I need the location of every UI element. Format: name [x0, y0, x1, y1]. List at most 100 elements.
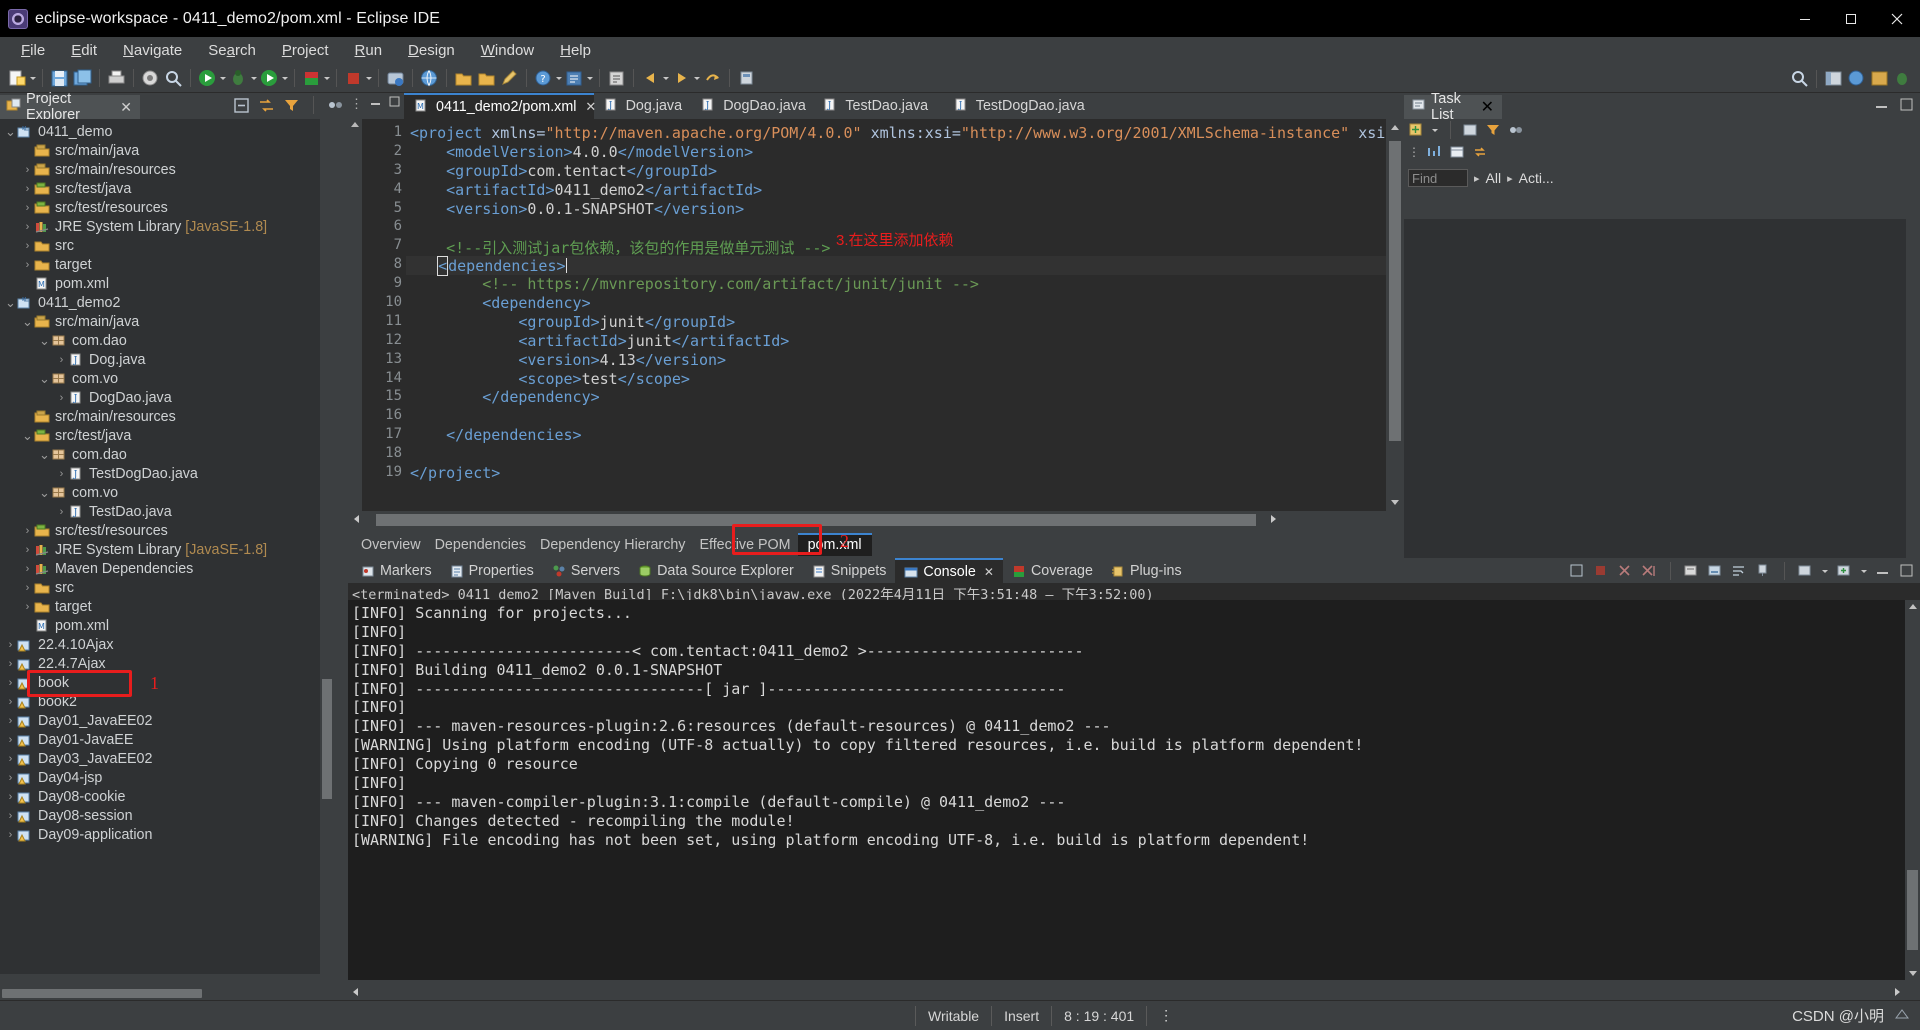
bottom-tab-properties[interactable]: Properties [441, 558, 543, 583]
scrollbar-thumb[interactable] [376, 514, 1256, 526]
code-line[interactable]: <dependency> [406, 294, 1386, 313]
print-icon[interactable] [106, 68, 127, 89]
run-external-arrow[interactable] [281, 68, 289, 88]
chevron-right-icon[interactable]: › [21, 601, 34, 613]
task-schedule-icon[interactable] [1449, 144, 1466, 161]
bottom-tab-snippets[interactable]: Snippets [803, 558, 896, 583]
tree-item[interactable]: ⌄ com.dao [0, 445, 334, 464]
annotation-icon[interactable] [606, 68, 627, 89]
code-line[interactable]: <scope>test</scope> [406, 370, 1386, 389]
console-vscrollbar[interactable] [1905, 600, 1920, 980]
code-line[interactable]: <version>0.0.1-SNAPSHOT</version> [406, 200, 1386, 219]
editor-maximize-icon[interactable] [388, 95, 401, 113]
new-console-icon[interactable] [1836, 563, 1853, 580]
perspective-java-ee-icon[interactable] [1823, 68, 1844, 89]
code-line[interactable]: <dependencies> [406, 256, 1386, 277]
tree-item[interactable]: › JRE System Library [JavaSE-1.8] [0, 540, 334, 559]
code-editor[interactable]: 1 2 3 4 5 6 7 8 9 10 11 12 13 14 15 16 17 18 19 3.在这里添加依赖 … [348, 119, 1404, 511]
pom-tab-effective-pom[interactable]: Effective POM [692, 534, 797, 556]
tree-item[interactable]: ⌄ src/test/java [0, 426, 334, 445]
editor-vscrollbar[interactable] [1386, 119, 1404, 511]
tree-item[interactable]: › 22.4.7Ajax [0, 654, 334, 673]
task-list-minimize-icon[interactable] [1874, 97, 1891, 114]
chevron-right-icon[interactable]: › [4, 658, 17, 670]
scroll-up-arrow[interactable] [1909, 604, 1917, 609]
tree-item[interactable]: › Day09-application [0, 825, 334, 844]
minimize-button[interactable] [1782, 0, 1828, 37]
tree-item[interactable]: ⌄ com.vo [0, 483, 334, 502]
task-list-menu-dots-icon[interactable]: ⋮ [1408, 145, 1420, 159]
last-edit-icon[interactable] [702, 68, 723, 89]
code-line[interactable]: </dependency> [406, 388, 1386, 407]
tree-item[interactable]: › src [0, 578, 334, 597]
code-line[interactable]: <artifactId>0411_demo2</artifactId> [406, 181, 1386, 200]
chevron-right-icon[interactable]: › [21, 164, 34, 176]
menu-help[interactable]: Help [547, 39, 604, 62]
code-line[interactable]: </dependencies> [406, 426, 1386, 445]
pin-console-icon[interactable] [1755, 563, 1772, 580]
code-line[interactable]: <groupId>junit</groupId> [406, 313, 1386, 332]
task-list-maximize-icon[interactable] [1899, 97, 1916, 114]
tree-item[interactable]: › JRE System Library [JavaSE-1.8] [0, 217, 334, 236]
save-icon[interactable] [49, 68, 70, 89]
forward-arrow[interactable] [693, 68, 701, 88]
console-hscrollbar[interactable] [348, 984, 1905, 1000]
close-icon[interactable]: ✕ [984, 565, 994, 579]
debug-icon[interactable] [228, 68, 249, 89]
console-output[interactable]: [INFO] Scanning for projects... [INFO] [I… [348, 600, 1920, 980]
find-input[interactable]: Find [1408, 169, 1468, 187]
find-scope-all[interactable]: All [1486, 170, 1502, 186]
console-minimize-icon[interactable] [1875, 563, 1892, 580]
code-line[interactable]: <!-- https://mvnrepository.com/artifact/… [406, 275, 1386, 294]
code-line[interactable]: <artifactId>junit</artifactId> [406, 332, 1386, 351]
task-categorize-icon[interactable] [1426, 144, 1443, 161]
run-icon[interactable] [197, 68, 218, 89]
view-filter-icon[interactable] [283, 97, 300, 114]
chevron-right-icon[interactable]: › [4, 734, 17, 746]
scrollbar-thumb[interactable] [1389, 141, 1401, 441]
tree-item[interactable]: src/main/java [0, 141, 334, 160]
chevron-down-icon[interactable]: ⌄ [38, 372, 51, 385]
link-with-editor-icon[interactable] [258, 97, 275, 114]
terminate-console-icon[interactable] [1593, 563, 1610, 580]
tree-item[interactable]: › J TestDogDao.java [0, 464, 334, 483]
coverage-arrow[interactable] [323, 68, 331, 88]
scroll-down-arrow[interactable] [1909, 971, 1917, 976]
chevron-down-icon[interactable]: ⌄ [21, 429, 34, 442]
tree-item[interactable]: › Day08-session [0, 806, 334, 825]
tree-item[interactable]: › src/test/resources [0, 521, 334, 540]
chevron-right-icon[interactable]: › [4, 677, 17, 689]
pom-tab-overview[interactable]: Overview [354, 534, 428, 556]
task-presentation-icon[interactable] [1462, 122, 1479, 139]
collapse-all-icon[interactable] [233, 97, 250, 114]
editor-tab-dog-java[interactable]: J Dog.java [594, 93, 692, 119]
close-icon[interactable]: ✕ [120, 99, 132, 116]
editor-hscrollbar[interactable] [348, 511, 1386, 530]
forward-icon[interactable] [671, 68, 692, 89]
chevron-down-icon[interactable]: ⌄ [4, 125, 17, 138]
tab-task-list[interactable]: Task List ✕ [1404, 91, 1502, 123]
chevron-down-icon[interactable]: ⌄ [38, 334, 51, 347]
new-dropdown-arrow[interactable] [29, 68, 37, 88]
server-icon[interactable] [385, 68, 406, 89]
tree-item[interactable]: Mpom.xml [0, 274, 334, 293]
editor-tab-0411-demo2-pom-xml[interactable]: M 0411_demo2/pom.xml ✕ [404, 93, 596, 119]
tree-item[interactable]: › J Dog.java [0, 350, 334, 369]
chevron-down-icon[interactable]: ⌄ [38, 448, 51, 461]
terminate-icon[interactable] [343, 68, 364, 89]
bottom-tab-plug-ins[interactable]: Plug-ins [1102, 558, 1191, 583]
new-task-icon[interactable] [1408, 122, 1425, 139]
tree-item[interactable]: ⌄ com.vo [0, 369, 334, 388]
tree-item[interactable]: ⌄ src/main/java [0, 312, 334, 331]
chevron-right-icon[interactable]: › [21, 240, 34, 252]
chevron-right-icon[interactable]: › [4, 791, 17, 803]
run-external-icon[interactable] [259, 68, 280, 89]
terminate-arrow[interactable] [365, 68, 373, 88]
view-menu-icon[interactable] [327, 97, 344, 114]
project-tree-vscrollbar[interactable] [320, 119, 334, 974]
scroll-left-arrow[interactable] [354, 515, 359, 523]
tree-item[interactable]: › Day03_JavaEE02 [0, 749, 334, 768]
scrollbar-thumb[interactable] [322, 679, 332, 799]
chevron-down-icon[interactable]: ⌄ [4, 296, 17, 309]
tree-item[interactable]: ⌄ M 0411_demo [0, 122, 334, 141]
